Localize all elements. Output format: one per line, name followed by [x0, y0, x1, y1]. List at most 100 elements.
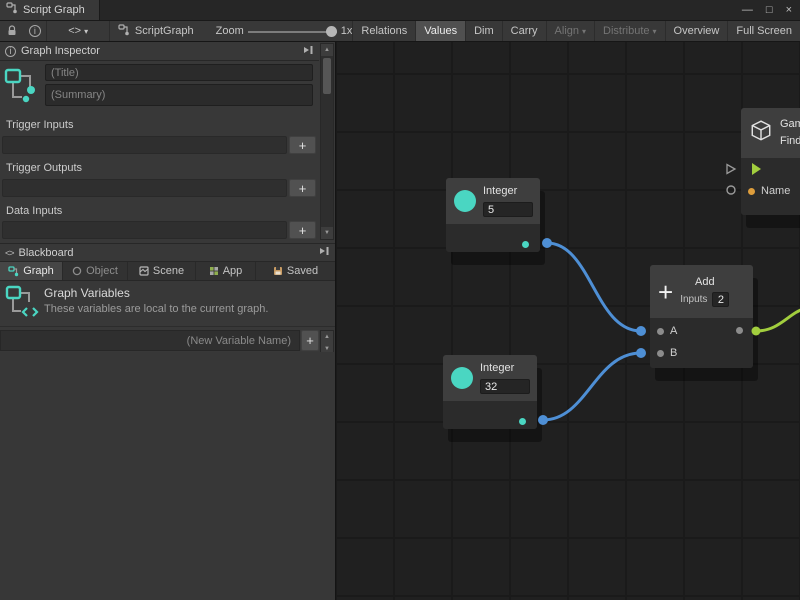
find-node[interactable]: Game Find Name: [741, 108, 800, 215]
wire-endpoint[interactable]: [542, 238, 552, 248]
value-output-port[interactable]: [522, 241, 529, 248]
dock-icon[interactable]: [318, 245, 330, 260]
graph-name-button[interactable]: ScriptGraph: [109, 21, 202, 41]
values-button[interactable]: Values: [415, 21, 465, 41]
window-controls: — □ ×: [742, 0, 792, 20]
wire-endpoint[interactable]: [636, 326, 646, 336]
integer-value-field[interactable]: 32: [480, 379, 530, 394]
overview-button[interactable]: Overview: [665, 21, 728, 41]
maximize-icon[interactable]: □: [766, 5, 773, 16]
graph-inspector-header: i Graph Inspector: [0, 42, 319, 61]
code-icon: <>: [68, 25, 81, 37]
graph-unit-icon: [4, 66, 40, 111]
carry-button[interactable]: Carry: [502, 21, 546, 41]
flow-port-marker[interactable]: [727, 165, 735, 174]
node-title-line1: Game: [780, 118, 800, 132]
graph-variables-title: Graph Variables: [44, 286, 130, 300]
node-title-line2: Find: [780, 135, 800, 149]
graph-summary-input[interactable]: [45, 84, 313, 106]
add-variable-button[interactable]: +: [301, 330, 319, 351]
minimize-icon[interactable]: —: [742, 5, 753, 16]
cube-icon: [749, 119, 773, 148]
align-button[interactable]: Align▾: [546, 21, 594, 41]
trigger-inputs-label: Trigger Inputs: [6, 119, 73, 131]
flow-port-row: [741, 158, 800, 180]
trigger-outputs-label: Trigger Outputs: [6, 162, 82, 174]
node-header: + Add Inputs 2: [650, 265, 753, 318]
input-port-a[interactable]: [657, 328, 664, 335]
graph-title-input[interactable]: [45, 64, 313, 81]
trigger-inputs-add-button[interactable]: +: [289, 136, 316, 154]
inputs-label: Inputs: [680, 294, 707, 305]
lock-button[interactable]: [0, 21, 23, 41]
zoom-slider[interactable]: [248, 21, 337, 41]
window-titlebar: Script Graph — □ ×: [0, 0, 800, 21]
integer-node-5[interactable]: Integer 5: [446, 178, 540, 252]
distribute-button[interactable]: Distribute▾: [594, 21, 664, 41]
chevron-down-icon: ▾: [653, 27, 657, 36]
graph-inspector-title: Graph Inspector: [21, 45, 100, 57]
wire-int32-to-b[interactable]: [543, 353, 641, 420]
full-screen-button[interactable]: Full Screen: [727, 21, 800, 41]
zoom-value: 1x: [341, 21, 353, 41]
close-icon[interactable]: ×: [786, 5, 792, 16]
tab-title: Script Graph: [23, 4, 85, 16]
zoom-slider-handle[interactable]: [326, 26, 337, 37]
trigger-outputs-add-button[interactable]: +: [289, 179, 316, 197]
tab-app[interactable]: App: [196, 262, 256, 280]
script-graph-icon: [6, 1, 18, 19]
dock-icon[interactable]: [302, 44, 314, 59]
node-body: [443, 401, 537, 429]
scroll-up-icon[interactable]: ▲: [321, 44, 333, 56]
scroll-up-icon[interactable]: ▲: [321, 331, 333, 343]
graph-variables-icon: [5, 284, 41, 325]
relations-button[interactable]: Relations: [352, 21, 415, 41]
integer-value-field[interactable]: 5: [483, 202, 533, 217]
info-button[interactable]: i: [23, 21, 46, 41]
graph-canvas[interactable]: Integer 5 Integer 32 + Add Inputs: [336, 42, 800, 600]
wire-add-output[interactable]: [756, 308, 800, 331]
value-output-port[interactable]: [519, 418, 526, 425]
data-inputs-list: [2, 221, 287, 239]
tab-script-graph[interactable]: Script Graph: [0, 0, 100, 20]
new-variable-input[interactable]: [0, 330, 300, 351]
object-tab-icon: [72, 266, 82, 276]
dim-button[interactable]: Dim: [465, 21, 502, 41]
tab-saved[interactable]: Saved: [256, 262, 335, 280]
wire-endpoint[interactable]: [636, 348, 646, 358]
flow-input-arrow-icon[interactable]: [752, 163, 761, 175]
tab-graph[interactable]: Graph: [0, 262, 63, 280]
inputs-count-field[interactable]: 2: [712, 292, 729, 307]
variables-empty-area: [0, 352, 335, 600]
data-inputs-label: Data Inputs: [6, 205, 62, 217]
name-input-port[interactable]: [748, 188, 755, 195]
node-header: Integer 32: [443, 355, 537, 401]
wire-endpoint[interactable]: [538, 415, 548, 425]
name-port-label: Name: [761, 185, 790, 197]
node-body: [446, 224, 540, 252]
divider: [0, 326, 335, 327]
chevron-down-icon: ▾: [84, 27, 88, 36]
chevron-down-icon: ▾: [582, 27, 586, 36]
integer-node-32[interactable]: Integer 32: [443, 355, 537, 429]
node-title: Integer: [480, 362, 530, 376]
graph-tab-icon: [8, 266, 19, 277]
sum-output-port[interactable]: [736, 327, 743, 334]
tab-scene[interactable]: Scene: [128, 262, 196, 280]
port-row-b: B: [650, 342, 753, 364]
wire-int5-to-a[interactable]: [547, 243, 641, 331]
side-panel: i Graph Inspector Trigger Inputs + Trigg…: [0, 42, 336, 600]
graph-name-label: ScriptGraph: [135, 25, 194, 37]
scroll-down-icon[interactable]: ▼: [321, 227, 333, 239]
node-body: Name: [741, 158, 800, 215]
add-node[interactable]: + Add Inputs 2 A B: [650, 265, 753, 368]
data-inputs-add-button[interactable]: +: [289, 221, 316, 239]
input-port-b[interactable]: [657, 350, 664, 357]
inspector-scrollbar[interactable]: ▲ ▼: [320, 43, 334, 240]
port-b-label: B: [670, 347, 677, 359]
tab-object[interactable]: Object: [63, 262, 128, 280]
value-port-marker[interactable]: [727, 186, 735, 194]
scrollbar-thumb[interactable]: [323, 58, 331, 94]
blackboard-tabs: Graph Object Scene App Saved: [0, 262, 335, 281]
source-toggle-button[interactable]: <> ▾: [46, 21, 108, 41]
